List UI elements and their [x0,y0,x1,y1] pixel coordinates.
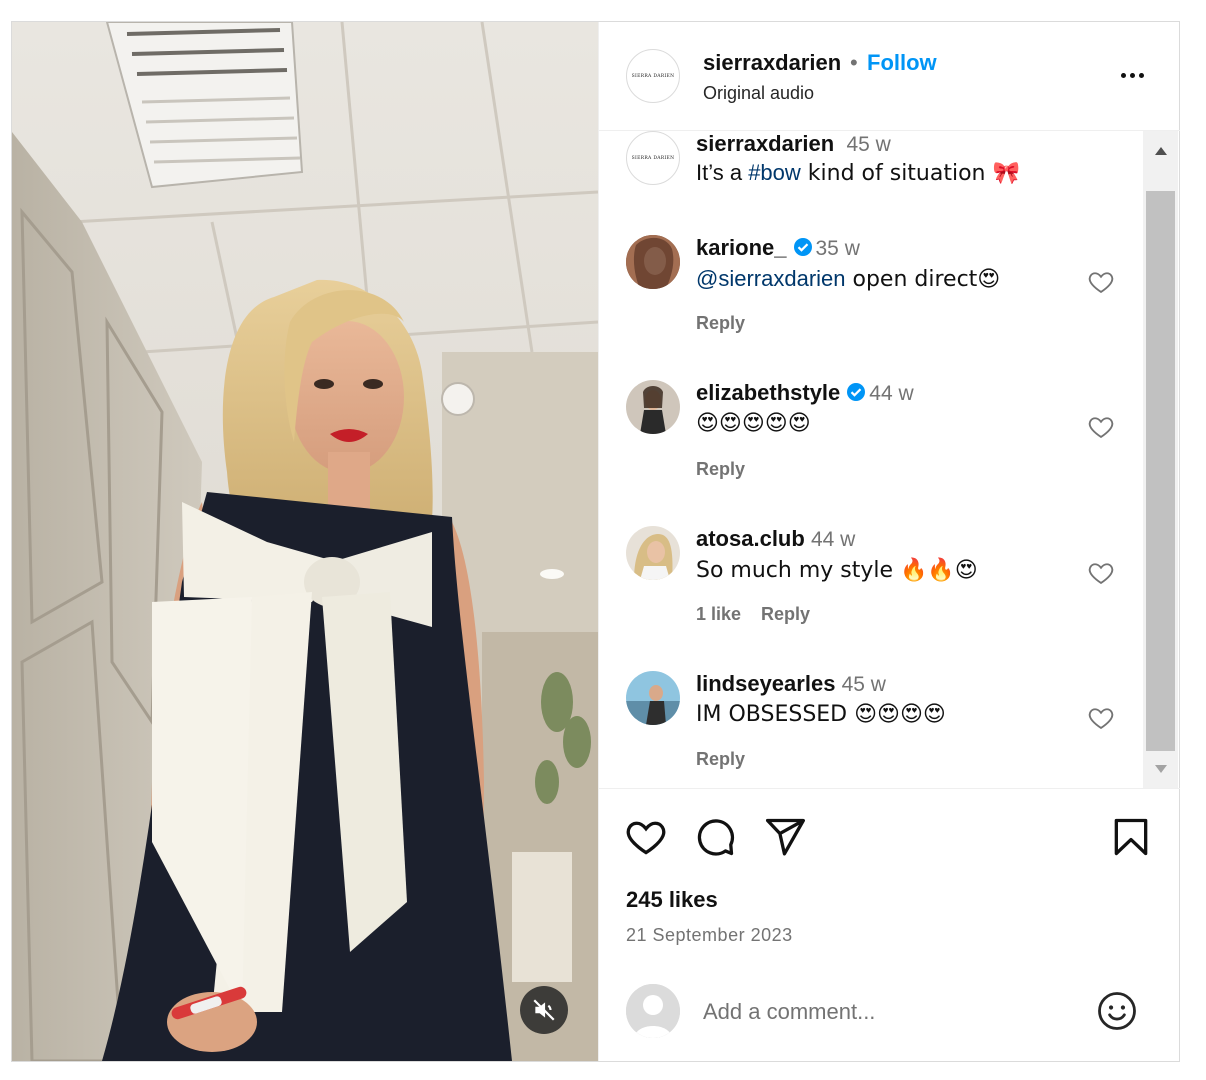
verified-badge-icon [793,238,812,256]
audio-link[interactable]: Original audio [703,83,814,104]
text-segment: It’s a [696,160,749,185]
comment-time[interactable]: 44 w [811,528,855,551]
triangle-up-icon [1154,147,1167,155]
comment-username[interactable]: karione_ 35 w [696,235,860,261]
heart-icon[interactable] [624,815,668,859]
avatar-photo [626,526,680,580]
bookmark-icon[interactable] [1109,815,1153,859]
comment-text: @sierraxdarien open direct😍 [696,266,1000,292]
author-avatar[interactable]: SIERRA DARIEN [626,49,680,103]
comment-text: 😍😍😍😍😍 [696,411,811,436]
comment-text: IM OBSESSED 😍😍😍😍 [696,702,946,727]
scroll-up-button[interactable] [1143,131,1178,171]
comments-scrollbar[interactable] [1143,131,1178,789]
more-dots-icon [1120,72,1126,78]
mute-toggle-button[interactable] [520,986,568,1034]
comment-avatar[interactable] [626,671,680,725]
video-frame-image [12,22,598,1061]
post-details-panel: SIERRA DARIEN sierraxdarien • Follow Ori… [598,22,1180,1061]
text-segment: kind of situation 🎀 [800,161,1020,186]
more-options-button[interactable] [1115,60,1149,90]
username-text[interactable]: atosa.club [696,526,805,551]
likes-count[interactable]: 245 likes [626,887,718,913]
username-text[interactable]: elizabethstyle [696,380,840,405]
comment-meta: Reply [696,459,765,480]
mention-link[interactable]: @sierraxdarien [696,266,846,291]
paper-plane-icon[interactable] [763,815,807,859]
comment-username[interactable]: elizabethstyle 44 w [696,380,914,406]
username-text[interactable]: sierraxdarien [696,131,834,156]
more-dot [1138,72,1144,78]
more-dot [1129,72,1135,78]
post-header: SIERRA DARIEN sierraxdarien • Follow Ori… [599,22,1180,131]
post-video[interactable] [12,22,598,1061]
comment-time[interactable]: 44 w [869,382,913,405]
likes-count-link[interactable]: 1 like [696,604,741,624]
verified-badge-icon [847,383,866,401]
heart-icon[interactable] [1087,268,1115,296]
comment-username[interactable]: lindseyearles 45 w [696,671,886,697]
hashtag-link[interactable]: #bow [748,160,801,185]
avatar-photo [626,671,680,725]
brand-logo-text: SIERRA DARIEN [631,155,675,161]
add-comment-input[interactable] [703,997,1073,1027]
comments-list: SIERRA DARIEN sierraxdarien 45 w It’s a … [599,131,1180,788]
reply-button[interactable]: Reply [696,749,745,769]
separator-dot: • [850,50,858,75]
default-avatar-icon [626,984,680,1038]
comment-icon[interactable] [693,815,737,859]
heart-icon[interactable] [1087,704,1115,732]
comment-text: It’s a #bow kind of situation 🎀 [696,160,1020,186]
brand-logo-text: SIERRA DARIEN [631,73,675,79]
heart-icon[interactable] [1087,559,1115,587]
comment-avatar[interactable] [626,526,680,580]
comment-username[interactable]: atosa.club 44 w [696,526,855,552]
comment-time[interactable]: 35 w [816,237,860,260]
smiley-icon[interactable] [1096,990,1138,1032]
comment-avatar[interactable]: SIERRA DARIEN [626,131,680,185]
speaker-muted-icon [533,999,555,1021]
comment-time[interactable]: 45 w [846,133,890,156]
username-text[interactable]: lindseyearles [696,671,835,696]
username-text[interactable]: karione_ [696,235,787,260]
author-username[interactable]: sierraxdarien [703,50,841,76]
follow-button[interactable]: Follow [867,50,937,76]
reply-button[interactable]: Reply [696,313,745,333]
comment-avatar[interactable] [626,235,680,289]
comment-avatar[interactable] [626,380,680,434]
comment-time[interactable]: 45 w [842,673,886,696]
triangle-down-icon [1154,765,1167,773]
comment-username[interactable]: sierraxdarien 45 w [696,131,891,157]
post-actions: 245 likes 21 September 2023 [599,788,1180,988]
post-date[interactable]: 21 September 2023 [626,925,793,946]
heart-icon[interactable] [1087,413,1115,441]
add-comment-bar [599,967,1180,1061]
comment-meta: Reply [696,749,765,770]
scroll-down-button[interactable] [1143,749,1178,789]
avatar-photo [626,380,680,434]
comment-meta: Reply [696,313,765,334]
text-segment: open direct😍 [845,267,1001,292]
current-user-avatar [626,984,680,1038]
reply-button[interactable]: Reply [761,604,810,624]
post-card: SIERRA DARIEN sierraxdarien • Follow Ori… [11,21,1180,1062]
avatar-photo [626,235,680,289]
reply-button[interactable]: Reply [696,459,745,479]
scrollbar-thumb[interactable] [1146,191,1175,751]
comment-meta: 1 like Reply [696,604,830,625]
comment-text: So much my style 🔥🔥😍 [696,558,978,583]
